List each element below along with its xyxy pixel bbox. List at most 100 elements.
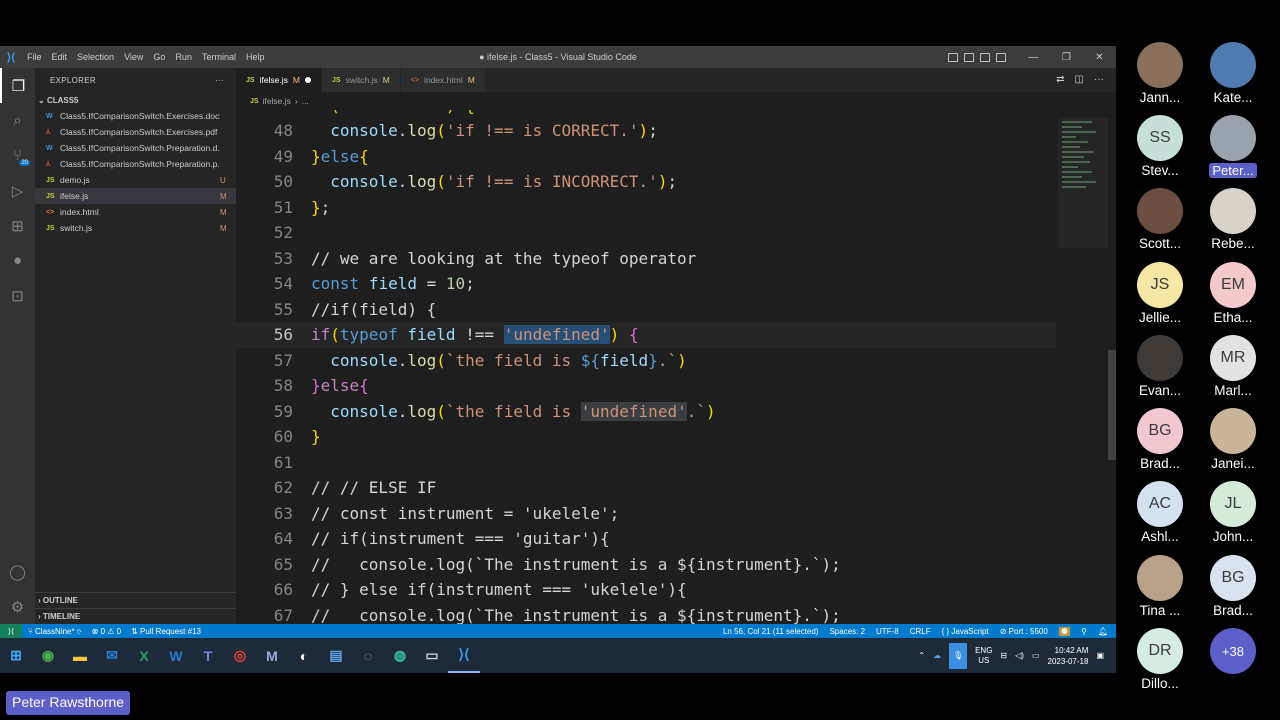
remote-indicator-icon[interactable]: ⟩⟨ (0, 624, 22, 638)
participant-tile[interactable]: BG Brad... (1125, 408, 1195, 481)
breadcrumb-symbol[interactable]: ... (302, 96, 309, 106)
menu-help[interactable]: Help (241, 52, 270, 62)
toggle-panel-icon[interactable] (964, 52, 974, 62)
clock[interactable]: 10:42 AM 2023-07-18 (1048, 645, 1089, 667)
breadcrumb-file[interactable]: ifelse.js (263, 96, 291, 106)
vscode-taskbar-icon[interactable]: ⟩⟨ (448, 638, 480, 673)
more-participants-tile[interactable]: +38 (1198, 628, 1268, 701)
chrome-profile-icon[interactable]: ◉ (32, 638, 64, 673)
participant-tile[interactable]: MR Marl... (1198, 335, 1268, 408)
scrollbar-thumb[interactable] (1108, 350, 1116, 460)
pull-request-status[interactable]: ⇅ Pull Request #13 (131, 627, 201, 636)
github-desktop-icon[interactable]: ◌ (352, 638, 384, 673)
problems-status[interactable]: ⊗ 0 ⚠ 0 (92, 627, 121, 636)
remote-explorer-icon[interactable]: ⊡ (0, 278, 35, 313)
notepad-icon[interactable]: ▤ (320, 638, 352, 673)
excel-icon[interactable]: X (128, 638, 160, 673)
teams-icon[interactable]: T (192, 638, 224, 673)
source-control-icon[interactable]: ⑂ 20 (0, 138, 35, 173)
tab-ifelse-js[interactable]: JS ifelse.js M (236, 68, 322, 92)
file-item-selected[interactable]: JS ifelse.js M (35, 188, 236, 204)
notifications-bell-icon[interactable]: 🔔︎ (1098, 627, 1108, 636)
chrome-icon[interactable]: ◎ (224, 638, 256, 673)
more-actions-icon[interactable]: ··· (215, 76, 224, 85)
github-icon[interactable]: ● (0, 243, 35, 278)
close-icon[interactable]: ✕ (1083, 52, 1116, 63)
file-item[interactable]: JS demo.js U (35, 172, 236, 188)
notification-center-icon[interactable]: ▣ (1096, 651, 1104, 660)
live-server-status[interactable]: ⊘ Port : 5500 (1000, 627, 1048, 636)
participant-tile[interactable]: BG Brad... (1198, 555, 1268, 628)
participant-tile[interactable]: Janei... (1198, 408, 1268, 481)
file-explorer-icon[interactable]: ▬ (64, 638, 96, 673)
participant-tile[interactable]: SS Stev... (1125, 115, 1195, 188)
maximize-icon[interactable]: ❐ (1050, 52, 1083, 63)
tab-index-html[interactable]: <> index.html M (400, 68, 486, 92)
account-icon[interactable]: ◯ (0, 554, 35, 589)
more-actions-icon[interactable]: ··· (1094, 74, 1104, 85)
feedback-icon[interactable]: ⚲ (1081, 627, 1087, 636)
extensions-icon[interactable]: ⊞ (0, 208, 35, 243)
network-icon[interactable]: ⊟ (1000, 651, 1007, 660)
battery-icon[interactable]: ▭ (1032, 651, 1040, 660)
run-debug-icon[interactable]: ▷ (0, 173, 35, 208)
participant-tile-self[interactable]: Peter... (1198, 115, 1268, 188)
code-editor[interactable]: ( ) { 48 console.log('if !== is CORRECT.… (236, 110, 1056, 624)
windows-start-icon[interactable]: ⊞ (0, 638, 32, 673)
menu-view[interactable]: View (119, 52, 148, 62)
participant-tile[interactable]: Tina ... (1125, 555, 1195, 628)
chevron-up-icon[interactable]: ⌃ (918, 651, 925, 660)
participant-tile[interactable]: JS Jellie... (1125, 262, 1195, 335)
encoding-status[interactable]: UTF-8 (876, 627, 899, 636)
edge-icon[interactable]: ◍ (384, 638, 416, 673)
volume-icon[interactable]: ◁) (1015, 651, 1024, 660)
indentation-status[interactable]: Spaces: 2 (829, 627, 865, 636)
file-item[interactable]: JS switch.js M (35, 220, 236, 236)
menu-go[interactable]: Go (148, 52, 170, 62)
open-changes-icon[interactable]: ⇄ (1056, 74, 1064, 85)
menu-file[interactable]: File (22, 52, 47, 62)
participant-tile[interactable]: Kate... (1198, 42, 1268, 115)
onedrive-icon[interactable]: ☁ (933, 651, 941, 660)
copilot-icon[interactable]: ⚉ (1058, 626, 1070, 636)
unsaved-dot-icon[interactable] (305, 77, 311, 83)
settings-gear-icon[interactable]: ⚙ (0, 589, 35, 624)
participant-tile[interactable]: Scott... (1125, 188, 1195, 261)
file-item[interactable]: W Class5.IfComparisonSwitch.Preparation.d… (35, 140, 236, 156)
word-icon[interactable]: W (160, 638, 192, 673)
file-item[interactable]: <> index.html M (35, 204, 236, 220)
branch-status[interactable]: ⑂ ClassNine* ⟳ (28, 627, 82, 636)
split-editor-icon[interactable]: ◫ (1075, 74, 1084, 85)
cursor-position[interactable]: Ln 56, Col 21 (11 selected) (723, 627, 818, 636)
participant-tile[interactable]: AC Ashl... (1125, 481, 1195, 554)
app-icon[interactable]: M (256, 638, 288, 673)
tab-switch-js[interactable]: JS switch.js M (322, 68, 401, 92)
outlook-icon[interactable]: ✉ (96, 638, 128, 673)
search-icon[interactable]: ⌕ (0, 103, 35, 138)
minimap[interactable] (1058, 118, 1108, 248)
menu-run[interactable]: Run (170, 52, 197, 62)
toggle-secondary-sidebar-icon[interactable] (980, 52, 990, 62)
terminal-icon[interactable]: ▭ (416, 638, 448, 673)
menu-terminal[interactable]: Terminal (197, 52, 241, 62)
participant-tile[interactable]: Rebe... (1198, 188, 1268, 261)
file-item[interactable]: W Class5.IfComparisonSwitch.Exercises.doc… (35, 108, 236, 124)
customize-layout-icon[interactable] (996, 52, 1006, 62)
app-icon[interactable]: ◐ (288, 638, 320, 673)
file-item[interactable]: ⅄ Class5.IfComparisonSwitch.Exercises.pdf (35, 124, 236, 140)
participant-tile[interactable]: JL John... (1198, 481, 1268, 554)
eol-status[interactable]: CRLF (910, 627, 931, 636)
menu-selection[interactable]: Selection (72, 52, 119, 62)
participant-tile[interactable]: Evan... (1125, 335, 1195, 408)
input-language[interactable]: ENG US (975, 646, 992, 666)
folder-class5[interactable]: ⌄ CLASS5 (35, 92, 236, 108)
vertical-scrollbar[interactable] (1108, 110, 1116, 624)
language-mode[interactable]: { } JavaScript (942, 627, 989, 636)
participant-tile[interactable]: DR Dillo... (1125, 628, 1195, 701)
toggle-sidebar-icon[interactable] (948, 52, 958, 62)
timeline-section[interactable]: › TIMELINE (35, 608, 236, 624)
participant-tile[interactable]: Jann... (1125, 42, 1195, 115)
file-item[interactable]: ⅄ Class5.IfComparisonSwitch.Preparation.p… (35, 156, 236, 172)
outline-section[interactable]: › OUTLINE (35, 592, 236, 608)
minimize-icon[interactable]: — (1017, 52, 1050, 63)
